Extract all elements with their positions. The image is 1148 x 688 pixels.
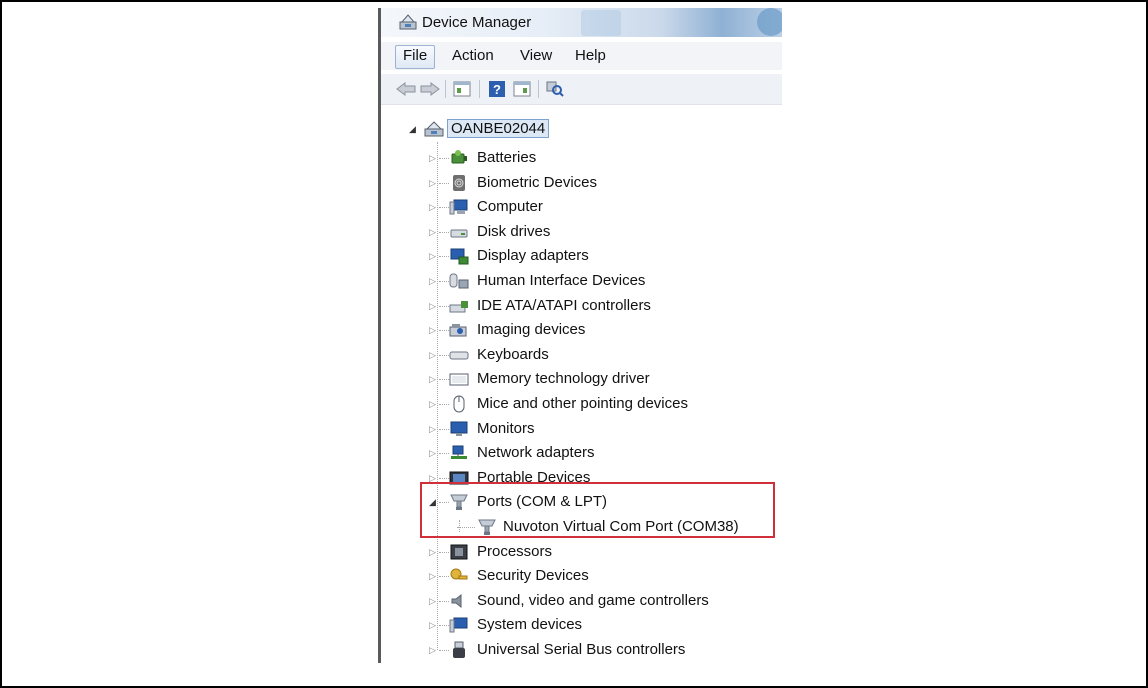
menu-view[interactable]: View bbox=[513, 45, 559, 67]
properties-icon[interactable] bbox=[451, 78, 473, 100]
tree-category-label: Memory technology driver bbox=[477, 370, 650, 388]
memory-icon bbox=[449, 370, 469, 388]
tree-category-label: Processors bbox=[477, 542, 553, 560]
expand-arrow-icon[interactable]: ▷ bbox=[429, 227, 436, 238]
device-tree: ◢ OANBE02044 ▷ Batteries ▷ Biometric Device… bbox=[381, 112, 782, 663]
tree-category[interactable]: ▷ System devices bbox=[381, 614, 771, 636]
tree-root-label: OANBE02044 bbox=[447, 119, 550, 138]
tree-category-label: Computer bbox=[477, 198, 543, 216]
tree-category[interactable]: ▷ Disk drives bbox=[381, 221, 771, 243]
tree-category[interactable]: ▷ IDE ATA/ATAPI controllers bbox=[381, 295, 771, 317]
ide-controller-icon bbox=[449, 297, 469, 315]
toolbar: ? bbox=[381, 74, 782, 105]
computer-icon bbox=[449, 198, 469, 216]
hid-icon bbox=[449, 272, 469, 290]
scan-hardware-icon[interactable] bbox=[544, 78, 566, 100]
tree-category[interactable]: ▷ Universal Serial Bus controllers bbox=[381, 639, 771, 661]
tree-category[interactable]: ▷ Mice and other pointing devices bbox=[381, 393, 771, 415]
expand-arrow-icon[interactable]: ▷ bbox=[429, 178, 436, 189]
tree-category[interactable]: ▷ Computer bbox=[381, 196, 771, 218]
fingerprint-icon bbox=[449, 174, 469, 192]
expand-arrow-icon[interactable]: ▷ bbox=[429, 399, 436, 410]
expand-arrow-icon[interactable]: ▷ bbox=[429, 571, 436, 582]
tree-category-label: Imaging devices bbox=[477, 321, 586, 339]
computer-root-icon bbox=[423, 120, 444, 138]
keyboard-icon bbox=[449, 346, 469, 364]
tree-category[interactable]: ▷ Display adapters bbox=[381, 245, 771, 267]
tree-category-label: Keyboards bbox=[477, 345, 549, 363]
expand-arrow-icon[interactable]: ▷ bbox=[429, 301, 436, 312]
tree-category-label: IDE ATA/ATAPI controllers bbox=[477, 296, 651, 314]
expand-arrow-icon[interactable]: ▷ bbox=[429, 620, 436, 631]
network-adapter-icon bbox=[449, 444, 469, 462]
help-icon[interactable]: ? bbox=[486, 78, 508, 100]
tree-category-label: Disk drives bbox=[477, 222, 551, 240]
expand-arrow-icon[interactable]: ▷ bbox=[429, 448, 436, 459]
tree-category-label: Human Interface Devices bbox=[477, 272, 646, 289]
device-manager-window: Device Manager File Action View Help ? ◢… bbox=[378, 8, 782, 663]
battery-icon bbox=[449, 149, 469, 167]
menu-help[interactable]: Help bbox=[568, 45, 613, 67]
expand-arrow-icon[interactable]: ▷ bbox=[429, 547, 436, 558]
usb-icon bbox=[449, 641, 469, 659]
expand-arrow-icon[interactable]: ▷ bbox=[429, 153, 436, 164]
tree-category-label: Display adapters bbox=[477, 247, 589, 265]
expand-arrow-icon[interactable]: ▷ bbox=[429, 276, 436, 287]
tree-category[interactable]: ▷ Processors bbox=[381, 541, 771, 563]
tree-category[interactable]: ▷ Security Devices bbox=[381, 565, 771, 587]
tree-category[interactable]: ▷ Sound, video and game controllers bbox=[381, 590, 771, 612]
view-icon[interactable] bbox=[511, 78, 533, 100]
display-adapter-icon bbox=[449, 247, 469, 265]
forward-arrow-icon[interactable] bbox=[419, 78, 441, 100]
menu-bar: File Action View Help bbox=[381, 42, 782, 70]
tree-category[interactable]: ▷ Monitors bbox=[381, 418, 771, 440]
expand-arrow-icon[interactable]: ▷ bbox=[429, 251, 436, 262]
expand-arrow-icon[interactable]: ▷ bbox=[429, 374, 436, 385]
expand-arrow-icon[interactable]: ▷ bbox=[429, 202, 436, 213]
tree-category-label: Security Devices bbox=[477, 567, 589, 585]
tree-category[interactable]: ▷ Network adapters bbox=[381, 442, 771, 464]
tree-category-label: Mice and other pointing devices bbox=[477, 395, 688, 412]
tree-category-label: Batteries bbox=[477, 149, 537, 166]
menu-file[interactable]: File bbox=[395, 45, 436, 69]
tree-category[interactable]: ▷ Batteries bbox=[381, 147, 771, 169]
tree-category[interactable]: ▷ Imaging devices bbox=[381, 319, 771, 341]
monitor-icon bbox=[449, 420, 469, 438]
back-arrow-icon[interactable] bbox=[395, 78, 417, 100]
disk-drive-icon bbox=[449, 223, 469, 241]
device-manager-icon bbox=[398, 13, 418, 36]
tree-category[interactable]: ▷ Biometric Devices bbox=[381, 172, 771, 194]
processor-icon bbox=[449, 543, 469, 561]
tree-root[interactable]: ◢ OANBE02044 bbox=[381, 118, 581, 140]
tree-category-label: Monitors bbox=[477, 419, 535, 437]
tree-category-label: System devices bbox=[477, 616, 583, 634]
system-device-icon bbox=[449, 616, 469, 634]
svg-text:?: ? bbox=[493, 82, 501, 97]
expand-arrow-icon[interactable]: ▷ bbox=[429, 350, 436, 361]
security-key-icon bbox=[449, 567, 469, 585]
collapse-arrow-icon[interactable]: ◢ bbox=[409, 124, 416, 135]
menu-action[interactable]: Action bbox=[445, 45, 501, 67]
camera-icon bbox=[449, 321, 469, 339]
tree-category[interactable]: ▷ Human Interface Devices bbox=[381, 270, 771, 292]
expand-arrow-icon[interactable]: ▷ bbox=[429, 645, 436, 656]
highlight-box bbox=[420, 482, 775, 538]
tree-category-label: Universal Serial Bus controllers bbox=[477, 641, 686, 658]
window-title: Device Manager bbox=[422, 14, 532, 31]
expand-arrow-icon[interactable]: ▷ bbox=[429, 325, 436, 336]
expand-arrow-icon[interactable]: ▷ bbox=[429, 424, 436, 435]
title-bar[interactable]: Device Manager bbox=[381, 8, 782, 37]
tree-category-label: Biometric Devices bbox=[477, 173, 598, 191]
mouse-icon bbox=[449, 395, 469, 413]
tree-category[interactable]: ▷ Keyboards bbox=[381, 344, 771, 366]
tree-category[interactable]: ▷ Memory technology driver bbox=[381, 368, 771, 390]
speaker-icon bbox=[449, 592, 469, 610]
tree-category-label: Network adapters bbox=[477, 444, 595, 462]
tree-category-label: Sound, video and game controllers bbox=[477, 591, 709, 609]
expand-arrow-icon[interactable]: ▷ bbox=[429, 596, 436, 607]
